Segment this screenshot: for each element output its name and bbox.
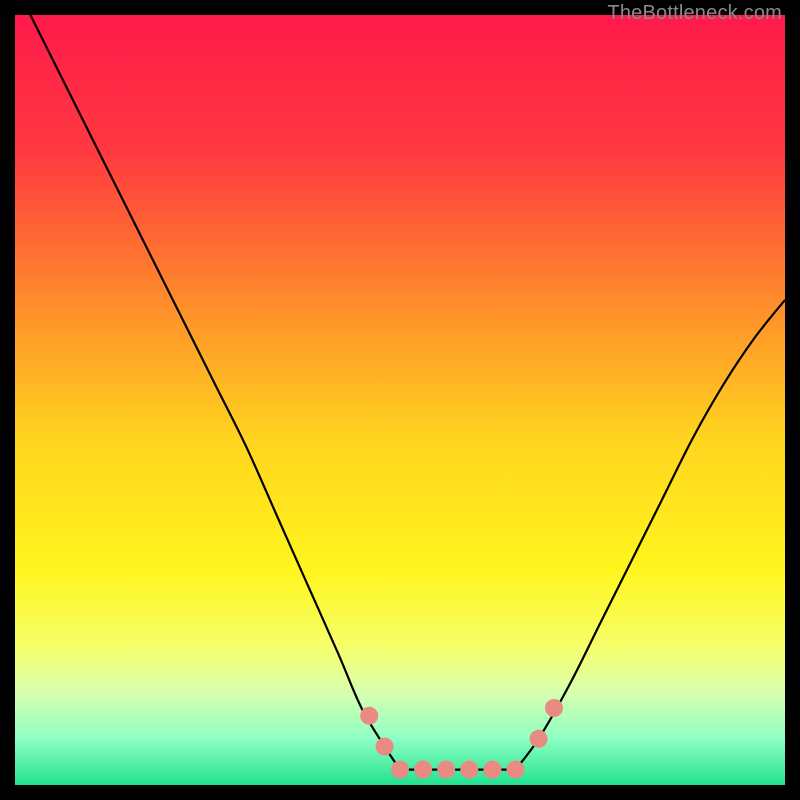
- marker-dot-0: [360, 707, 378, 725]
- chart-background: [15, 15, 785, 785]
- marker-dot-2: [391, 761, 409, 779]
- marker-dot-9: [545, 699, 563, 717]
- marker-dot-3: [414, 761, 432, 779]
- marker-dot-1: [376, 738, 394, 756]
- watermark-text: TheBottleneck.com: [607, 2, 782, 25]
- marker-dot-7: [507, 761, 525, 779]
- marker-dot-4: [437, 761, 455, 779]
- marker-dot-5: [460, 761, 478, 779]
- chart-frame: [15, 15, 785, 785]
- chart-svg: [15, 15, 785, 785]
- marker-dot-8: [530, 730, 548, 748]
- marker-dot-6: [483, 761, 501, 779]
